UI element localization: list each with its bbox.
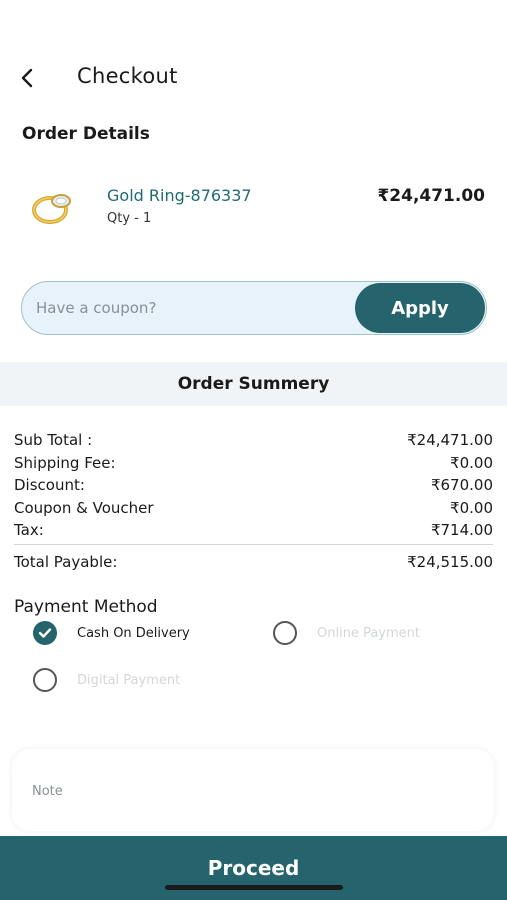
order-summary-header: Order Summery — [0, 362, 507, 406]
product-price: ₹24,471.00 — [377, 186, 485, 206]
note-box — [12, 749, 494, 831]
payment-option-online[interactable]: Online Payment — [273, 621, 420, 645]
payment-option-cash-on-delivery[interactable]: Cash On Delivery — [33, 621, 190, 645]
summary-row-coupon: Coupon & Voucher ₹0.00 — [14, 497, 493, 520]
product-name[interactable]: Gold Ring-876337 — [107, 186, 252, 205]
summary-value: ₹714.00 — [430, 521, 493, 539]
chevron-left-icon — [21, 68, 33, 88]
summary-value: ₹0.00 — [450, 498, 493, 517]
summary-row-total: Total Payable: ₹24,515.00 — [14, 551, 493, 574]
order-summary-title: Order Summery — [177, 374, 330, 394]
summary-value: ₹0.00 — [450, 453, 493, 472]
payment-option-label: Cash On Delivery — [77, 625, 190, 641]
order-details-title: Order Details — [22, 124, 150, 144]
header: Checkout — [0, 56, 507, 100]
summary-row-subtotal: Sub Total : ₹24,471.00 — [14, 429, 493, 452]
radio-unchecked-icon[interactable] — [273, 621, 297, 645]
radio-unchecked-icon[interactable] — [33, 668, 57, 692]
summary-label: Sub Total : — [14, 431, 93, 449]
coupon-input[interactable] — [36, 282, 356, 334]
summary-value: ₹670.00 — [430, 476, 493, 494]
summary-value: ₹24,471.00 — [407, 431, 493, 449]
payment-option-label: Online Payment — [317, 625, 420, 641]
summary-label: Tax: — [14, 521, 44, 539]
order-summary: Sub Total : ₹24,471.00 Shipping Fee: ₹0.… — [14, 429, 493, 573]
back-button[interactable] — [14, 64, 40, 92]
apply-coupon-button[interactable]: Apply — [355, 283, 485, 333]
summary-row-shipping: Shipping Fee: ₹0.00 — [14, 452, 493, 475]
payment-method-title: Payment Method — [14, 597, 158, 617]
order-item: Gold Ring-876337 Qty - 1 ₹24,471.00 — [0, 168, 507, 238]
gold-ring-image — [32, 194, 71, 224]
payment-option-digital[interactable]: Digital Payment — [33, 668, 180, 692]
payment-option-label: Digital Payment — [77, 672, 181, 688]
summary-row-tax: Tax: ₹714.00 — [14, 519, 493, 542]
page-title: Checkout — [77, 64, 178, 88]
total-label: Total Payable: — [14, 552, 118, 571]
product-quantity: Qty - 1 — [107, 211, 152, 226]
total-value: ₹24,515.00 — [407, 552, 493, 571]
summary-label: Discount: — [14, 476, 85, 494]
proceed-button[interactable]: Proceed — [0, 836, 507, 900]
summary-divider — [14, 543, 493, 545]
home-indicator — [165, 885, 343, 890]
radio-checked-icon[interactable] — [33, 621, 57, 645]
summary-label: Shipping Fee: — [14, 453, 116, 472]
summary-row-discount: Discount: ₹670.00 — [14, 474, 493, 497]
coupon-field: Apply — [21, 281, 487, 335]
summary-label: Coupon & Voucher — [14, 498, 154, 517]
note-input[interactable] — [32, 777, 472, 805]
